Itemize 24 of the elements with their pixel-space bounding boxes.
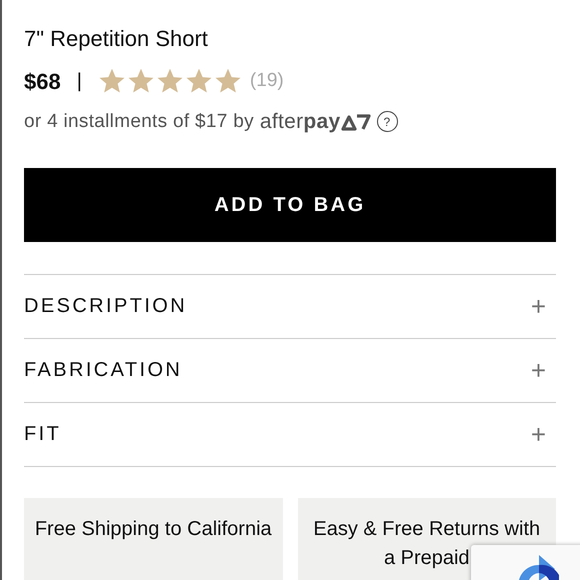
- perk-card: Free Shipping to California: [24, 498, 282, 580]
- afterpay-icon: [340, 112, 371, 132]
- expand-toggle[interactable]: +: [530, 357, 556, 383]
- star-icon: [214, 67, 242, 95]
- star-icon: [98, 67, 126, 95]
- afterpay-logo: afterpay: [260, 109, 341, 135]
- accordion-label: DESCRIPTION: [24, 294, 188, 319]
- add-to-bag-button[interactable]: ADD TO BAG: [24, 168, 556, 242]
- accordion-label: FABRICATION: [24, 358, 182, 383]
- star-icon: [184, 67, 213, 95]
- star-icon: [126, 67, 155, 95]
- accordion-header[interactable]: DESCRIPTION +: [24, 274, 556, 338]
- price: $68: [24, 68, 61, 96]
- installments-text: or 4 installments of $17 by: [24, 110, 254, 134]
- help-button[interactable]: ?: [376, 111, 398, 132]
- star-icon: [156, 67, 184, 95]
- expand-toggle[interactable]: +: [530, 421, 556, 447]
- accordion-header[interactable]: FIT +: [24, 402, 556, 466]
- separator: |: [76, 69, 82, 94]
- accordion-label: FIT: [24, 422, 62, 447]
- product-title: 7" Repetition Short: [24, 25, 209, 53]
- star-rating[interactable]: [98, 67, 242, 95]
- accordion-header[interactable]: FABRICATION +: [24, 338, 556, 402]
- expand-toggle[interactable]: +: [530, 293, 556, 319]
